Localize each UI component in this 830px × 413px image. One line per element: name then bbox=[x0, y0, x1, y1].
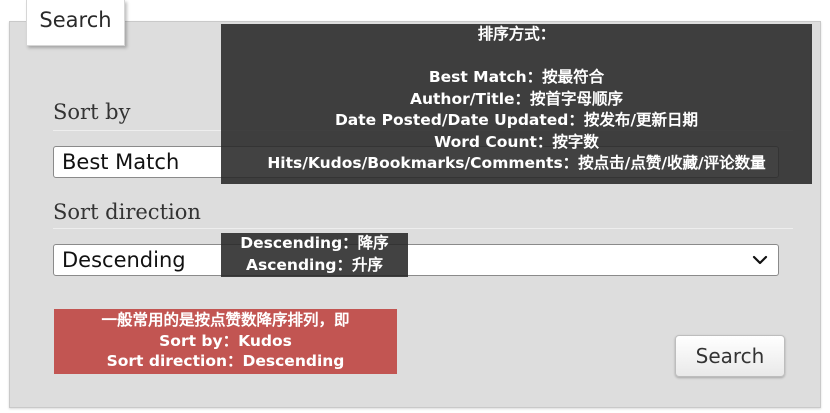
annotation-line: Hits/Kudos/Bookmarks/Comments：按点击/点赞/收藏/… bbox=[267, 154, 766, 172]
sort-direction-select[interactable]: Descending bbox=[53, 244, 779, 276]
annotation-line: Word Count：按字数 bbox=[434, 132, 599, 151]
annotation-line: Best Match：按最符合 bbox=[428, 68, 605, 86]
sort-by-label: Sort by bbox=[53, 100, 131, 124]
annotation-title: 排序方式： bbox=[477, 25, 556, 43]
annotation-line: Ascending：升序 bbox=[246, 255, 383, 274]
sort-by-selected-value: Best Match bbox=[62, 150, 180, 174]
search-tab[interactable]: Search bbox=[26, 0, 125, 46]
sort-direction-annotation: Descending：降序 Ascending：升序 bbox=[221, 233, 408, 277]
tip-line: Sort by：Kudos bbox=[159, 331, 292, 350]
tip-line: Sort direction：Descending bbox=[106, 352, 345, 370]
tip-line: 一般常用的是按点赞数降序排列，即 bbox=[101, 311, 350, 329]
annotation-line: Author/Title：按首字母顺序 bbox=[409, 89, 624, 108]
sort-direction-selected-value: Descending bbox=[62, 248, 186, 272]
annotation-line: Date Posted/Date Updated：按发布/更新日期 bbox=[334, 111, 699, 129]
annotation-line: Descending：降序 bbox=[240, 234, 389, 252]
sort-by-annotation: 排序方式： Best Match：按最符合 Author/Title：按首字母顺… bbox=[221, 24, 812, 184]
sort-direction-divider bbox=[53, 228, 793, 229]
usage-tip-annotation: 一般常用的是按点赞数降序排列，即 Sort by：Kudos Sort dire… bbox=[54, 309, 397, 374]
sort-direction-label: Sort direction bbox=[53, 200, 201, 224]
chevron-down-icon bbox=[752, 255, 768, 265]
search-submit-button[interactable]: Search bbox=[675, 335, 785, 377]
